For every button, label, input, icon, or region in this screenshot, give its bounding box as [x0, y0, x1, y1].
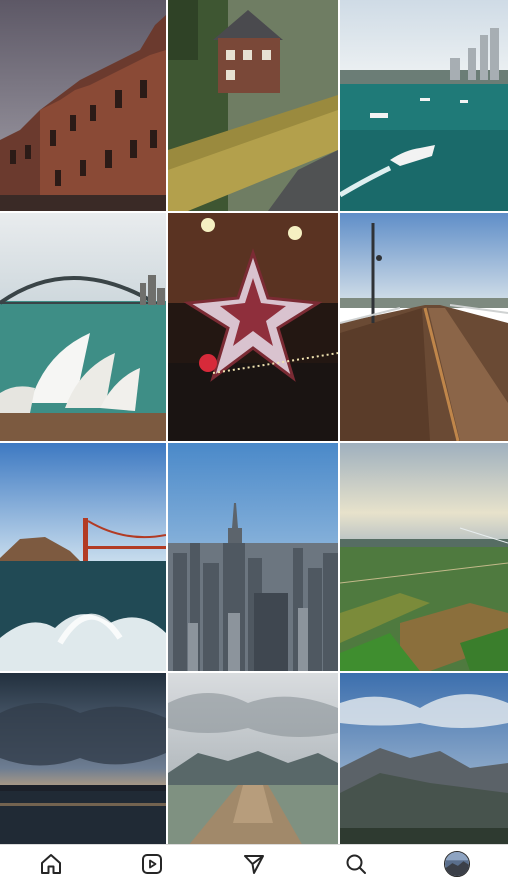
reels-icon	[142, 854, 163, 874]
post-thumbnail-sunset-marina[interactable]	[0, 673, 166, 846]
bottom-navigation-bar	[0, 844, 508, 883]
post-image	[0, 0, 166, 211]
post-thumbnail-lake-jetty[interactable]	[168, 673, 338, 846]
post-image	[0, 213, 166, 441]
post-thumbnail-golden-gate[interactable]	[0, 443, 166, 671]
post-image	[0, 443, 166, 671]
post-image	[340, 0, 508, 211]
post-thumbnail-wooden-pier[interactable]	[340, 213, 508, 441]
post-image	[168, 443, 338, 671]
post-thumbnail-sydney-harbour[interactable]	[0, 213, 166, 441]
avatar-image	[445, 852, 470, 876]
post-image	[340, 673, 508, 846]
post-thumbnail-stone-cottage-hedge[interactable]	[168, 0, 338, 211]
post-thumbnail-nyc-skyline[interactable]	[168, 443, 338, 671]
home-button[interactable]	[31, 847, 71, 881]
reels-button[interactable]	[132, 847, 172, 881]
post-thumbnail-mountain-valley[interactable]	[340, 673, 508, 846]
post-image	[0, 673, 166, 846]
home-icon	[40, 854, 61, 874]
search-button[interactable]	[336, 847, 376, 881]
post-image	[168, 0, 338, 211]
post-thumbnail-harbor-boats[interactable]	[340, 0, 508, 211]
post-image	[340, 443, 508, 671]
post-image	[168, 213, 338, 441]
send-button[interactable]	[234, 847, 274, 881]
photo-grid	[0, 0, 508, 846]
post-thumbnail-christmas-star[interactable]	[168, 213, 338, 441]
profile-button[interactable]	[437, 847, 477, 881]
search-icon	[346, 854, 366, 874]
post-thumbnail-brick-townhouses[interactable]	[0, 0, 166, 211]
post-image	[168, 673, 338, 846]
post-image	[340, 213, 508, 441]
post-thumbnail-aerial-fields[interactable]	[340, 443, 508, 671]
profile-avatar	[444, 851, 471, 877]
send-icon	[243, 855, 264, 874]
